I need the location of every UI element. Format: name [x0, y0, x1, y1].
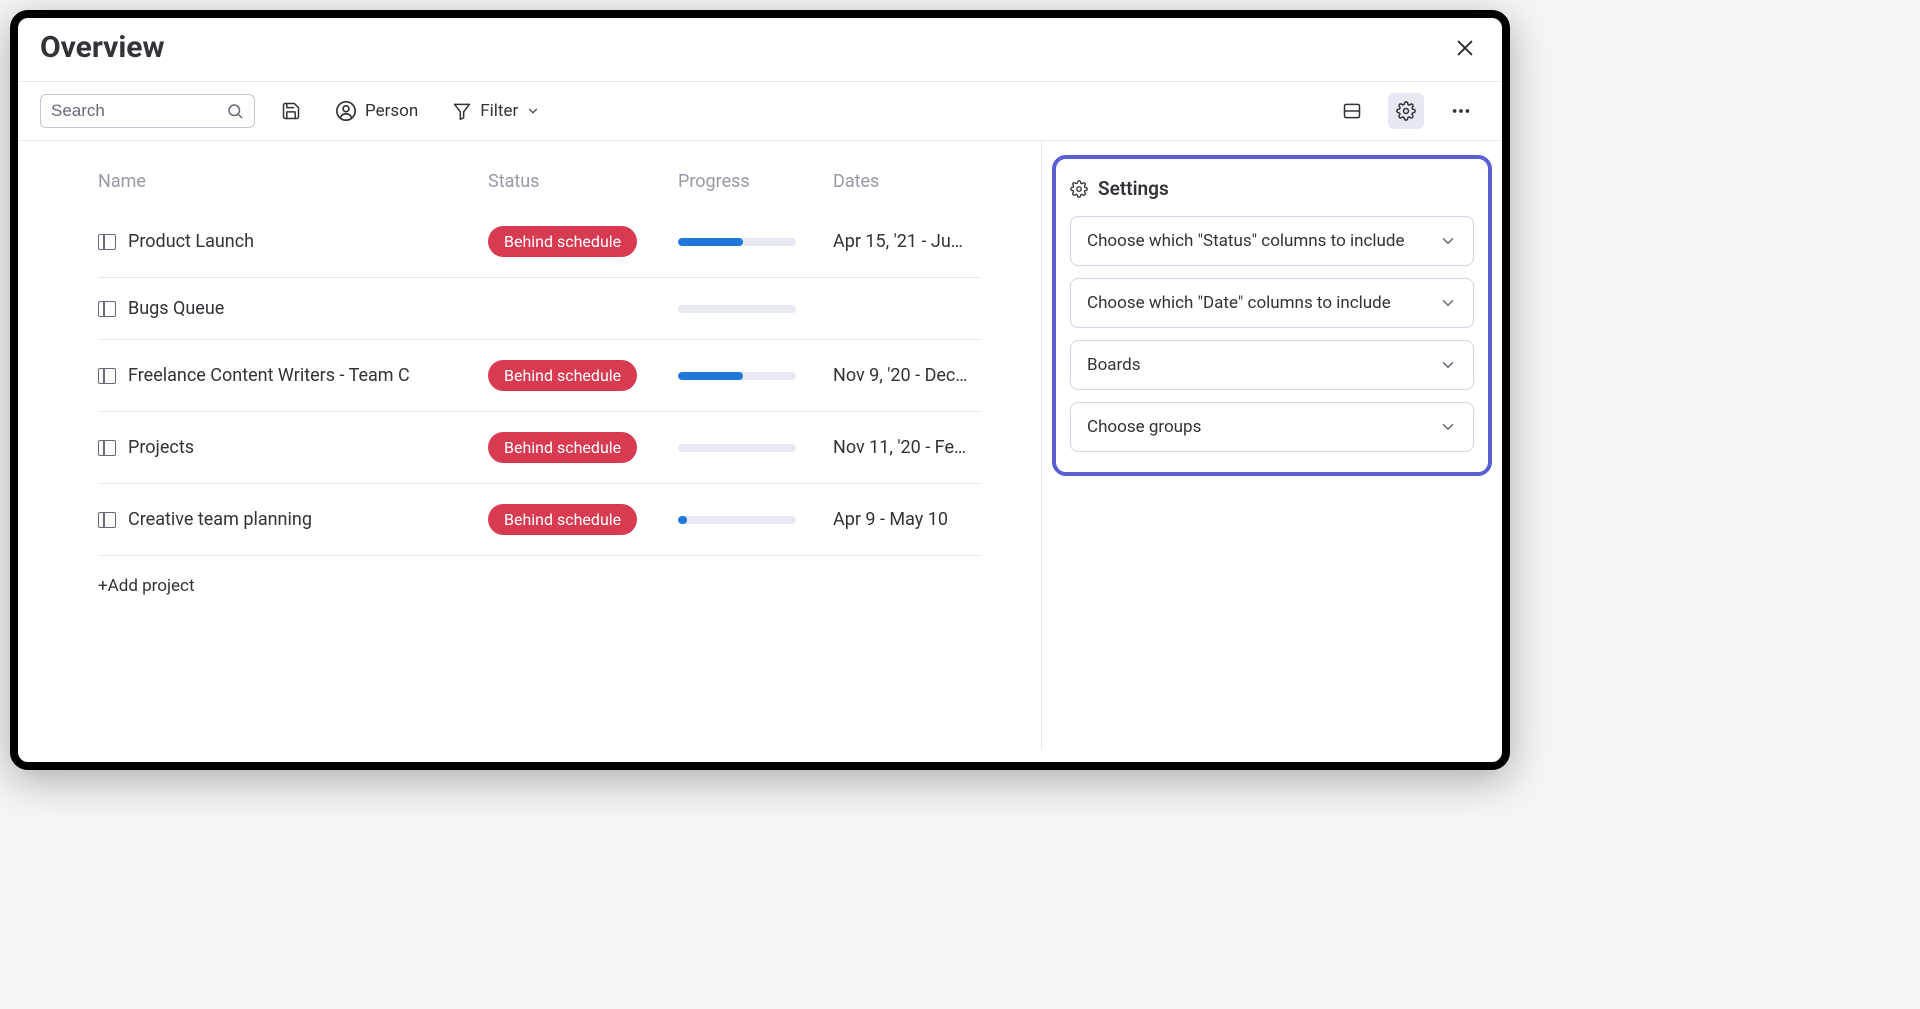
dates-text: Nov 11, '20 - Fe…: [833, 437, 968, 458]
progress-bar: [678, 444, 796, 452]
board-icon: [98, 440, 116, 456]
search-icon: [226, 102, 244, 120]
settings-item[interactable]: Boards: [1070, 340, 1474, 390]
settings-item[interactable]: Choose which "Date" columns to include: [1070, 278, 1474, 328]
cell-progress: [678, 305, 833, 313]
table-row[interactable]: Projects Behind schedule Nov 11, '20 - Fe…: [98, 412, 981, 484]
person-label: Person: [365, 101, 418, 121]
board-icon: [98, 234, 116, 250]
progress-fill: [678, 238, 743, 246]
table-headers: Name Status Progress Dates: [98, 153, 981, 206]
settings-item-label: Boards: [1087, 355, 1141, 375]
cell-progress: [678, 372, 833, 380]
close-button[interactable]: [1450, 33, 1480, 63]
gear-icon: [1396, 101, 1416, 121]
status-badge: Behind schedule: [488, 432, 637, 463]
cell-dates: Apr 9 - May 10: [833, 509, 981, 530]
search-input-wrap[interactable]: [40, 94, 255, 128]
layout-icon: [1342, 101, 1362, 121]
content: Name Status Progress Dates Product Launc…: [18, 141, 1502, 750]
filter-button[interactable]: Filter: [444, 95, 548, 127]
chevron-down-icon: [1439, 232, 1457, 250]
cell-status: Behind schedule: [488, 432, 678, 463]
project-name: Product Launch: [128, 231, 254, 252]
settings-header: Settings: [1070, 177, 1474, 200]
cell-progress: [678, 444, 833, 452]
filter-icon: [452, 101, 472, 121]
board-icon: [98, 512, 116, 528]
cell-dates: Apr 15, '21 - Ju…: [833, 231, 981, 252]
save-button[interactable]: [273, 93, 309, 129]
settings-item-label: Choose which "Date" columns to include: [1087, 293, 1391, 313]
cell-name: Freelance Content Writers - Team C: [98, 365, 488, 386]
status-badge: Behind schedule: [488, 360, 637, 391]
progress-fill: [678, 516, 687, 524]
cell-name: Projects: [98, 437, 488, 458]
progress-fill: [678, 372, 743, 380]
header-dates: Dates: [833, 171, 981, 192]
more-icon: [1450, 100, 1472, 122]
settings-button[interactable]: [1388, 93, 1424, 129]
board-icon: [98, 301, 116, 317]
project-name: Creative team planning: [128, 509, 312, 530]
progress-bar: [678, 372, 796, 380]
filter-label: Filter: [480, 101, 518, 121]
cell-status: Behind schedule: [488, 360, 678, 391]
progress-bar: [678, 305, 796, 313]
settings-item-label: Choose groups: [1087, 417, 1201, 437]
cell-status: Behind schedule: [488, 226, 678, 257]
toolbar: Person Filter: [18, 82, 1502, 141]
header-progress: Progress: [678, 171, 833, 192]
status-badge: Behind schedule: [488, 504, 637, 535]
more-button[interactable]: [1442, 92, 1480, 130]
settings-box: Settings Choose which "Status" columns t…: [1052, 155, 1492, 476]
progress-bar: [678, 516, 796, 524]
overview-window: Overview Person Filter: [10, 10, 1510, 770]
cell-name: Product Launch: [98, 231, 488, 252]
table-row[interactable]: Freelance Content Writers - Team C Behind…: [98, 340, 981, 412]
settings-item[interactable]: Choose which "Status" columns to include: [1070, 216, 1474, 266]
table-row[interactable]: Bugs Queue: [98, 278, 981, 340]
cell-status: Behind schedule: [488, 504, 678, 535]
chevron-down-icon: [1439, 294, 1457, 312]
status-badge: Behind schedule: [488, 226, 637, 257]
project-name: Freelance Content Writers - Team C: [128, 365, 410, 386]
progress-bar: [678, 238, 796, 246]
settings-item-label: Choose which "Status" columns to include: [1087, 231, 1405, 251]
cell-progress: [678, 238, 833, 246]
header-name: Name: [98, 171, 488, 192]
chevron-down-icon: [1439, 356, 1457, 374]
chevron-down-icon: [526, 104, 540, 118]
close-icon: [1454, 37, 1476, 59]
cell-name: Creative team planning: [98, 509, 488, 530]
dates-text: Nov 9, '20 - Dec…: [833, 365, 968, 386]
page-title: Overview: [40, 30, 165, 65]
cell-name: Bugs Queue: [98, 298, 488, 319]
project-name: Bugs Queue: [128, 298, 224, 319]
main-panel: Name Status Progress Dates Product Launc…: [18, 141, 1042, 750]
person-filter[interactable]: Person: [327, 94, 426, 128]
table-row[interactable]: Creative team planning Behind schedule Apr…: [98, 484, 981, 556]
settings-item[interactable]: Choose groups: [1070, 402, 1474, 452]
gear-icon: [1070, 180, 1088, 198]
layout-toggle-button[interactable]: [1334, 93, 1370, 129]
search-input[interactable]: [51, 101, 201, 121]
header-status: Status: [488, 171, 678, 192]
save-icon: [281, 101, 301, 121]
project-name: Projects: [128, 437, 194, 458]
settings-panel: Settings Choose which "Status" columns t…: [1042, 141, 1502, 750]
dates-text: Apr 9 - May 10: [833, 509, 968, 530]
settings-title: Settings: [1098, 177, 1169, 200]
dates-text: Apr 15, '21 - Ju…: [833, 231, 968, 252]
add-project-button[interactable]: +Add project: [98, 556, 981, 616]
person-icon: [335, 100, 357, 122]
titlebar: Overview: [18, 18, 1502, 82]
board-icon: [98, 368, 116, 384]
chevron-down-icon: [1439, 418, 1457, 436]
cell-dates: Nov 11, '20 - Fe…: [833, 437, 981, 458]
cell-dates: Nov 9, '20 - Dec…: [833, 365, 981, 386]
table-row[interactable]: Product Launch Behind schedule Apr 15, '21…: [98, 206, 981, 278]
cell-progress: [678, 516, 833, 524]
